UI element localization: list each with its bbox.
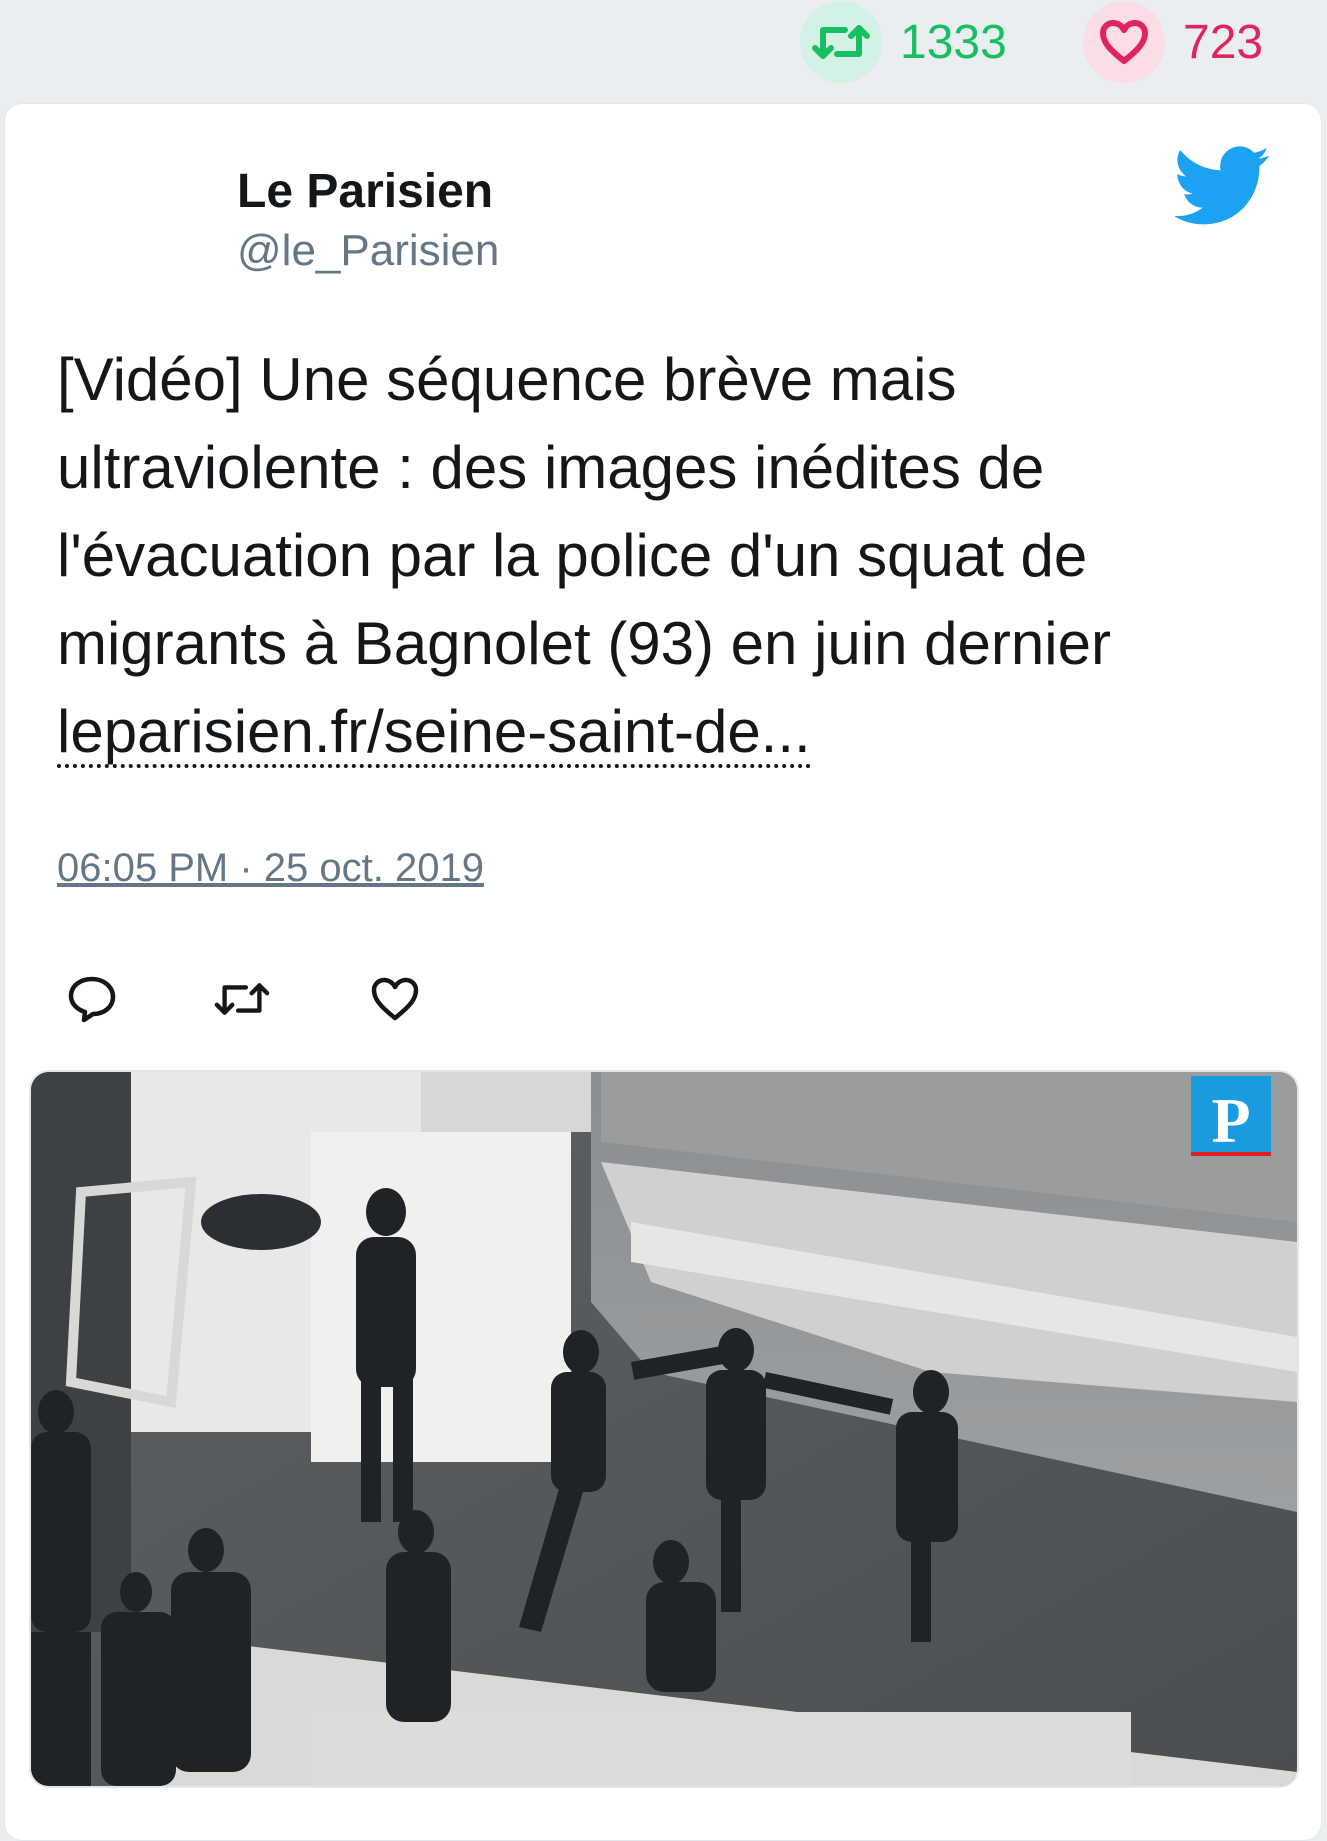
reply-icon[interactable] [57, 964, 127, 1034]
tweet-media-video-thumbnail[interactable]: P [29, 1070, 1299, 1788]
le-parisien-logo: P [1211, 1085, 1250, 1156]
article-link[interactable]: leparisien.fr/seine-saint-de... [57, 700, 811, 768]
tweet-text-line: l'évacuation par la police d'un squat de [57, 522, 1088, 589]
like-stat[interactable]: 723 [1083, 0, 1263, 84]
twitter-bird-icon[interactable] [1173, 146, 1271, 226]
video-thumbnail: P [31, 1072, 1297, 1786]
author-name[interactable]: Le Parisien [237, 164, 493, 219]
heart-icon [1083, 1, 1165, 83]
retweet-icon[interactable] [207, 964, 277, 1034]
tweet-card: Le Parisien @le_Parisien [Vidéo] Une séq… [4, 103, 1322, 1841]
tweet-text: [Vidéo] Une séquence brève mais ultravio… [57, 336, 1277, 776]
retweet-count: 1333 [900, 15, 1007, 69]
heart-icon[interactable] [360, 964, 430, 1034]
retweet-icon [800, 1, 882, 83]
retweet-stat[interactable]: 1333 [800, 0, 1007, 84]
tweet-text-line: migrants à Bagnolet (93) en juin dernier [57, 610, 1111, 677]
tweet-timestamp[interactable]: 06:05 PM · 25 oct. 2019 [57, 846, 484, 891]
tweet-text-line: [Vidéo] Une séquence brève mais [57, 346, 957, 413]
author-handle[interactable]: @le_Parisien [237, 226, 499, 276]
tweet-text-line: ultraviolente : des images inédites de [57, 434, 1045, 501]
like-count: 723 [1183, 15, 1264, 69]
tweet-stats-bar: 1333 723 [0, 0, 1327, 100]
